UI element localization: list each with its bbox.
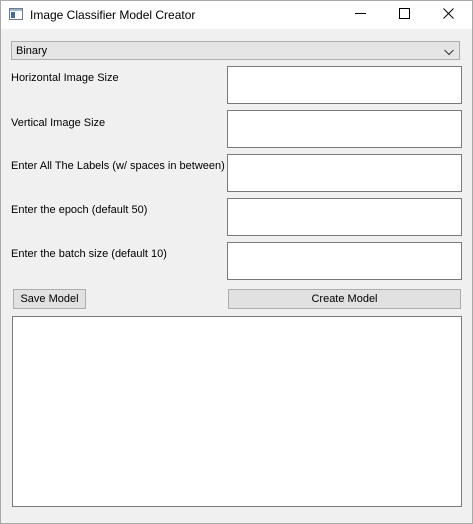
labels-label: Enter All The Labels (w/ spaces in betwe… bbox=[11, 160, 225, 172]
title-bar[interactable]: Image Classifier Model Creator bbox=[1, 1, 472, 29]
maximize-button[interactable] bbox=[382, 1, 426, 29]
app-window-icon bbox=[9, 8, 23, 20]
save-model-button[interactable]: Save Model bbox=[13, 289, 86, 309]
batch-size-label: Enter the batch size (default 10) bbox=[11, 248, 167, 260]
close-button[interactable] bbox=[426, 1, 470, 29]
epoch-label: Enter the epoch (default 50) bbox=[11, 204, 148, 216]
output-text-area[interactable] bbox=[12, 316, 462, 507]
create-model-button[interactable]: Create Model bbox=[228, 289, 461, 309]
model-type-value: Binary bbox=[16, 45, 48, 57]
vertical-size-input[interactable] bbox=[227, 110, 462, 148]
horizontal-size-input[interactable] bbox=[227, 66, 462, 104]
model-type-select[interactable]: Binary bbox=[11, 41, 460, 60]
labels-input[interactable] bbox=[227, 154, 462, 192]
vertical-size-label: Vertical Image Size bbox=[11, 117, 106, 129]
chevron-down-icon bbox=[444, 47, 454, 56]
app-window: Image Classifier Model Creator Binary Ho… bbox=[0, 0, 473, 524]
window-title: Image Classifier Model Creator bbox=[30, 8, 196, 22]
minimize-button[interactable] bbox=[338, 1, 382, 29]
batch-size-input[interactable] bbox=[227, 242, 462, 280]
maximize-icon bbox=[398, 8, 410, 22]
epoch-input[interactable] bbox=[227, 198, 462, 236]
horizontal-size-label: Horizontal Image Size bbox=[11, 72, 119, 84]
minimize-icon bbox=[354, 8, 366, 22]
close-icon bbox=[442, 8, 454, 22]
